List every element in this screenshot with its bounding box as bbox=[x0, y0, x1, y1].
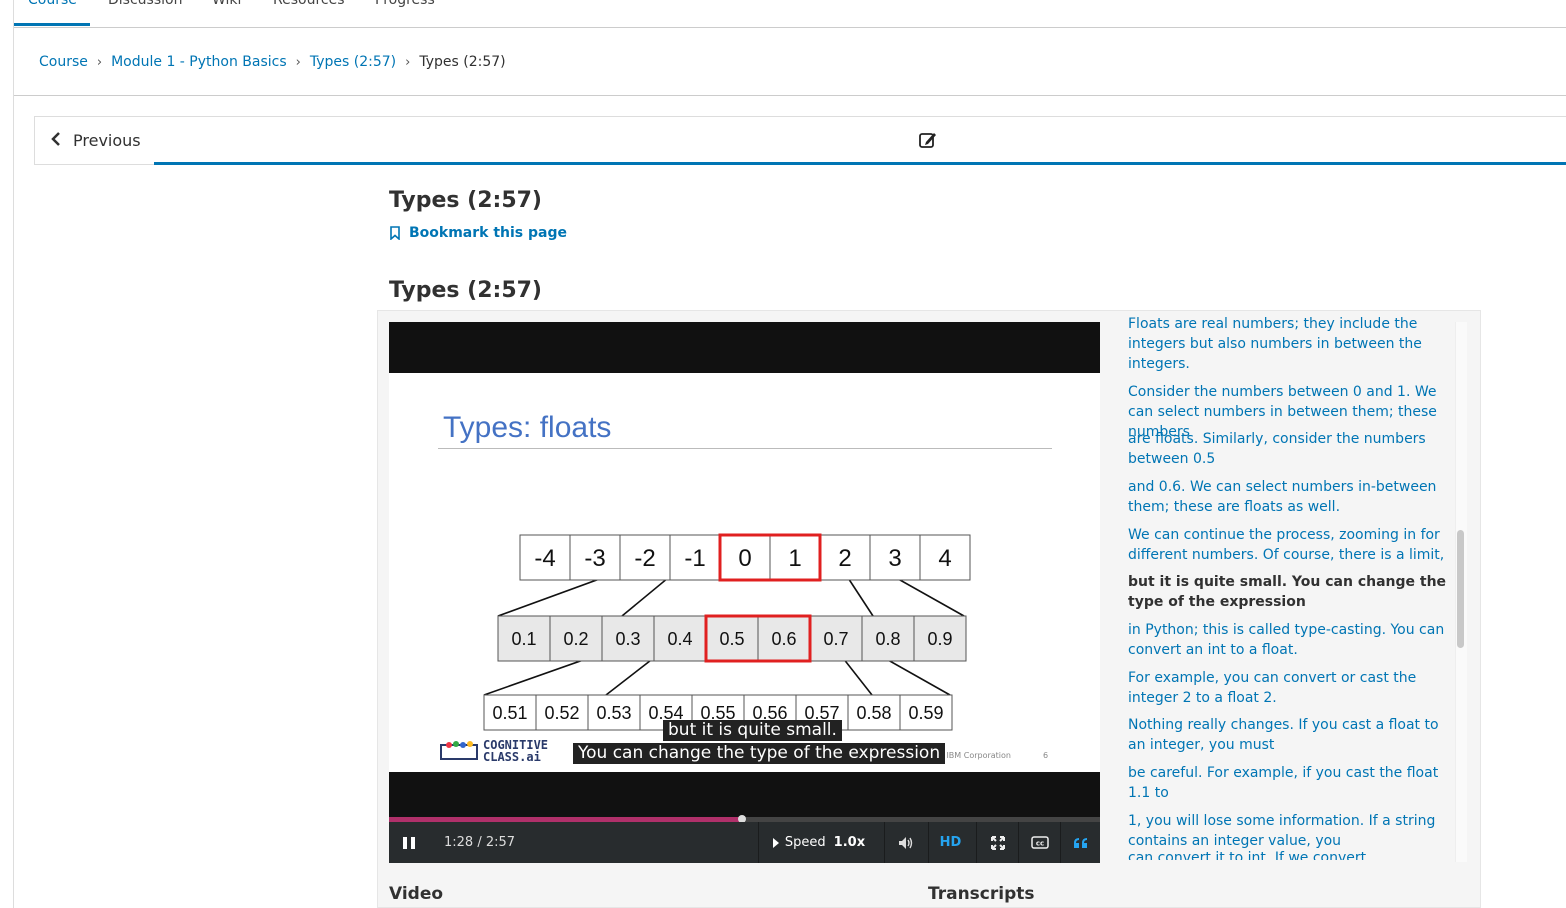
closed-captions-button[interactable]: cc bbox=[1019, 822, 1060, 863]
transcript-scrollbar-thumb[interactable] bbox=[1457, 530, 1464, 648]
integer-cell-label: -1 bbox=[684, 545, 705, 572]
previous-button[interactable]: Previous bbox=[34, 116, 154, 165]
integer-cell-label: -2 bbox=[634, 545, 655, 572]
speed-value: 1.0x bbox=[833, 835, 866, 850]
chevron-right-icon: › bbox=[295, 54, 301, 70]
video-download-heading: Video bbox=[389, 884, 444, 904]
caption-line-1: but it is quite small. bbox=[663, 720, 842, 741]
integer-cell-label: 4 bbox=[938, 545, 951, 572]
number-line-diagram: -4 -3 -2 -1 0 1 2 3 4 0.1 0.2 0.3 0.4 0.5 0.6 0.7 0.8 0.9… bbox=[483, 533, 971, 731]
transcript-line[interactable]: For example, you can convert or cast the… bbox=[1128, 668, 1453, 708]
hundredths-cell-label: 0.52 bbox=[544, 703, 579, 723]
sequence-nav-bar bbox=[154, 116, 1566, 165]
hundredths-cell-label: 0.59 bbox=[908, 703, 943, 723]
page: Course Discussion Wiki Resources Progres… bbox=[0, 0, 1566, 908]
chevron-right-icon: › bbox=[96, 54, 103, 70]
volume-button[interactable] bbox=[885, 822, 927, 863]
caret-right-icon bbox=[772, 837, 779, 848]
tenths-cell-label: 0.7 bbox=[823, 629, 848, 649]
transcript-line[interactable]: but it is quite small. You can change th… bbox=[1128, 572, 1453, 612]
chevron-left-icon bbox=[51, 131, 61, 150]
breadcrumb-section[interactable]: Types (2:57) bbox=[310, 54, 396, 70]
course-tabs: Course Discussion Wiki Resources Progres… bbox=[14, 0, 1566, 28]
transcript-line[interactable]: can convert it to int. If we convert bbox=[1128, 848, 1453, 860]
video-frame: Types: floats -4 -3 -2 -1 0 1 2 3 4 0.1 0.2 0.3 0.4 0… bbox=[389, 373, 1100, 772]
video-controls: 1:28 / 2:57 Speed 1.0x HD cc bbox=[389, 822, 1100, 863]
fullscreen-button[interactable] bbox=[977, 822, 1018, 863]
tab-wiki[interactable]: Wiki bbox=[212, 0, 241, 8]
tenths-cell-label: 0.1 bbox=[511, 629, 536, 649]
transcript-line[interactable]: are floats. Similarly, consider the numb… bbox=[1128, 429, 1453, 469]
transcript-line[interactable]: We can continue the process, zooming in … bbox=[1128, 525, 1453, 565]
tab-progress[interactable]: Progress bbox=[375, 0, 435, 8]
breadcrumb-course[interactable]: Course bbox=[39, 54, 88, 70]
hundredths-cell-label: 0.51 bbox=[492, 703, 527, 723]
transcript-toggle-button[interactable] bbox=[1061, 822, 1100, 863]
integer-cell-label: 2 bbox=[838, 545, 851, 572]
quote-icon bbox=[1073, 837, 1087, 848]
breadcrumb: Course › Module 1 - Python Basics › Type… bbox=[39, 54, 506, 70]
integer-cell-label: 0 bbox=[738, 545, 751, 572]
tenths-cell-label: 0.4 bbox=[667, 629, 692, 649]
cognitive-class-logo: COGNITIVE CLASS.ai bbox=[439, 739, 548, 763]
logo-icon bbox=[440, 741, 478, 760]
active-tab-indicator bbox=[14, 23, 90, 26]
transcript-line[interactable]: 1, you will lose some information. If a … bbox=[1128, 811, 1453, 851]
unit-title: Types (2:57) bbox=[389, 188, 542, 213]
transcript-line[interactable]: in Python; this is called type-casting. … bbox=[1128, 620, 1453, 660]
tenths-cell-label: 0.2 bbox=[563, 629, 588, 649]
cc-icon: cc bbox=[1030, 836, 1049, 849]
previous-label: Previous bbox=[73, 131, 141, 150]
transcript-line[interactable]: be careful. For example, if you cast the… bbox=[1128, 763, 1453, 803]
integer-cell-label: -3 bbox=[584, 545, 605, 572]
breadcrumb-divider bbox=[14, 95, 1566, 96]
volume-icon bbox=[899, 836, 913, 849]
bookmark-label: Bookmark this page bbox=[409, 225, 567, 241]
transcript-line[interactable]: Nothing really changes. If you cast a fl… bbox=[1128, 715, 1453, 755]
transcript-line[interactable]: Floats are real numbers; they include th… bbox=[1128, 314, 1453, 374]
transcript-line[interactable]: and 0.6. We can select numbers in-betwee… bbox=[1128, 477, 1453, 517]
speed-button[interactable]: Speed 1.0x bbox=[769, 822, 869, 863]
tenths-cell-label: 0.9 bbox=[927, 629, 952, 649]
pause-button[interactable] bbox=[389, 822, 429, 863]
tab-course[interactable]: Course bbox=[28, 0, 77, 8]
transcripts-download-heading: Transcripts bbox=[928, 884, 1035, 904]
transcript-panel[interactable]: Floats are real numbers; they include th… bbox=[1128, 312, 1453, 860]
bookmark-button[interactable]: Bookmark this page bbox=[389, 225, 567, 241]
tenths-cell-label: 0.6 bbox=[771, 629, 796, 649]
speed-label: Speed bbox=[784, 835, 826, 850]
integer-cell-label: -4 bbox=[534, 545, 555, 572]
video-block-title: Types (2:57) bbox=[389, 278, 542, 303]
edit-icon[interactable] bbox=[918, 130, 938, 150]
breadcrumb-current: Types (2:57) bbox=[419, 54, 506, 70]
tab-discussion[interactable]: Discussion bbox=[108, 0, 182, 8]
integer-cell-label: 1 bbox=[788, 545, 801, 572]
slide-page-number: 6 bbox=[1043, 751, 1049, 760]
hundredths-cell-label: 0.58 bbox=[856, 703, 891, 723]
caption-line-2: You can change the type of the expressio… bbox=[573, 743, 946, 764]
chevron-right-icon: › bbox=[405, 54, 411, 70]
bookmark-icon bbox=[390, 226, 400, 240]
tenths-cell-label: 0.8 bbox=[875, 629, 900, 649]
tab-resources[interactable]: Resources bbox=[273, 0, 345, 8]
fullscreen-icon bbox=[990, 835, 1005, 850]
tenths-cell-label: 0.5 bbox=[719, 629, 744, 649]
integer-cell-label: 3 bbox=[888, 545, 901, 572]
tenths-cell-label: 0.3 bbox=[615, 629, 640, 649]
video-time: 1:28 / 2:57 bbox=[444, 835, 516, 850]
logo-line2: CLASS.ai bbox=[483, 750, 541, 764]
breadcrumb-module[interactable]: Module 1 - Python Basics bbox=[111, 54, 287, 70]
hundredths-cell-label: 0.53 bbox=[596, 703, 631, 723]
pause-icon bbox=[403, 836, 415, 849]
svg-text:cc: cc bbox=[1035, 840, 1043, 848]
hd-button[interactable]: HD bbox=[929, 822, 972, 863]
left-divider bbox=[13, 0, 14, 908]
